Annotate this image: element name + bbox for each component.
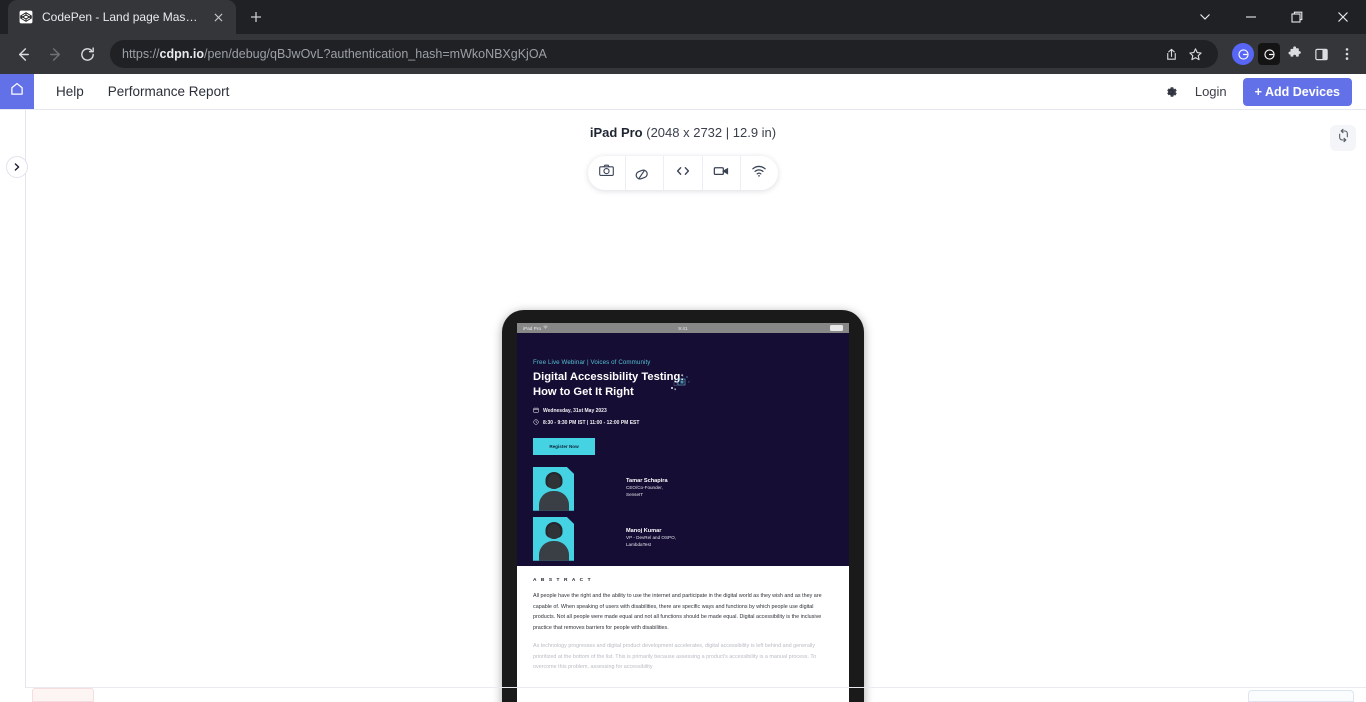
- speakers-list: Tamar Schapira CEO/Co-Founder, SenseIT M…: [533, 466, 833, 561]
- device-screen[interactable]: iPad Pro 9:41 Free Live Webinar | Voices…: [517, 323, 849, 702]
- new-tab-button[interactable]: [242, 3, 270, 31]
- codepen-icon: [18, 9, 34, 25]
- video-camera-icon: [712, 162, 730, 185]
- speaker-role: CEO/Co-Founder, SenseIT: [626, 485, 663, 498]
- abstract-paragraph-1: All people have the right and the abilit…: [533, 593, 822, 631]
- address-bar[interactable]: https://cdpn.io/pen/debug/qBJwOvL?authen…: [110, 40, 1218, 68]
- camera-icon: [598, 162, 615, 184]
- issue-tracker-button[interactable]: [626, 156, 665, 190]
- nav-help[interactable]: Help: [56, 84, 84, 99]
- browser-tab[interactable]: CodePen - Land page Masking: [8, 0, 236, 34]
- puzzle-piece-icon[interactable]: [1284, 43, 1306, 65]
- webinar-abstract: A B S T R A C T All people have the righ…: [517, 566, 849, 673]
- left-rail: [0, 110, 28, 688]
- add-devices-button[interactable]: + Add Devices: [1242, 77, 1352, 106]
- dark-reader-icon[interactable]: [1258, 43, 1280, 65]
- webinar-meta: Wednesday, 31st May 2023 8:30 - 9:30 PM …: [533, 407, 833, 427]
- app-header-actions: Login + Add Devices: [1163, 74, 1366, 109]
- abstract-paragraph-2: As technology progresses and digital pro…: [533, 643, 817, 671]
- speaker-info: Tamar Schapira CEO/Co-Founder, SenseIT: [626, 478, 668, 499]
- grammarly-icon[interactable]: [1232, 43, 1254, 65]
- webinar-date-row: Wednesday, 31st May 2023: [533, 407, 833, 415]
- screenshot-button[interactable]: [588, 156, 627, 190]
- tab-title: CodePen - Land page Masking: [42, 10, 202, 24]
- maximize-button[interactable]: [1274, 0, 1320, 34]
- speaker-name: Manoj Kumar: [626, 528, 662, 535]
- webinar-time: 8:30 - 9:30 PM IST | 11:00 - 12:00 PM ES…: [543, 419, 640, 426]
- clock-icon: [533, 419, 539, 427]
- omnibox-actions: [1160, 43, 1206, 65]
- code-brackets-icon: [674, 162, 692, 185]
- gear-icon[interactable]: [1163, 84, 1179, 100]
- device-spec: (2048 x 2732 | 12.9 in): [646, 125, 777, 140]
- tab-strip: CodePen - Land page Masking: [0, 0, 1366, 34]
- extension-icons: [1226, 43, 1358, 65]
- reload-icon[interactable]: [72, 39, 102, 69]
- rotate-screen-icon: [1336, 128, 1351, 148]
- rail-expand-button[interactable]: [6, 156, 28, 178]
- ipad-device-frame: iPad Pro 9:41 Free Live Webinar | Voices…: [502, 310, 864, 702]
- home-button[interactable]: [0, 74, 34, 109]
- close-icon[interactable]: [210, 9, 226, 25]
- device-name: iPad Pro: [589, 125, 643, 140]
- rotate-screen-button[interactable]: [1330, 125, 1356, 151]
- back-arrow-icon[interactable]: [8, 39, 38, 69]
- speaker-avatar-tamar-schapira: [533, 466, 574, 511]
- star-icon[interactable]: [1184, 43, 1206, 65]
- speaker-role: VP - DevRel and OSPO, LambdaTest: [626, 535, 676, 548]
- webinar-eyebrow: Free Live Webinar | Voices of Community: [533, 359, 651, 366]
- nav-performance-report[interactable]: Performance Report: [108, 84, 230, 99]
- browser-toolbar: https://cdpn.io/pen/debug/qBJwOvL?authen…: [0, 34, 1366, 74]
- webinar-date: Wednesday, 31st May 2023: [543, 407, 607, 414]
- webinar-hero: Free Live Webinar | Voices of Community …: [517, 333, 849, 566]
- wifi-icon: [750, 162, 768, 185]
- window-controls: [1182, 0, 1366, 34]
- calendar-icon: [533, 407, 539, 415]
- status-bar-time: 9:41: [678, 325, 688, 331]
- speaker-avatar-manoj-kumar: [533, 516, 574, 561]
- home-icon: [9, 81, 25, 102]
- device-title: iPad Pro (2048 x 2732 | 12.9 in): [0, 110, 1366, 140]
- forward-arrow-icon[interactable]: [40, 39, 70, 69]
- close-window-button[interactable]: [1320, 0, 1366, 34]
- tab-search-button[interactable]: [1182, 0, 1228, 34]
- footer-divider: [26, 687, 1366, 688]
- login-link[interactable]: Login: [1195, 84, 1227, 99]
- ios-status-bar: iPad Pro 9:41: [517, 323, 849, 333]
- no-entry-icon: [635, 162, 653, 184]
- minimize-button[interactable]: [1228, 0, 1274, 34]
- bottom-right-panel-handle[interactable]: [1248, 690, 1354, 702]
- speaker-name: Tamar Schapira: [626, 478, 668, 485]
- device-preview-stage: iPad Pro (2048 x 2732 | 12.9 in) iPad Pr…: [0, 110, 1366, 702]
- webinar-time-row: 8:30 - 9:30 PM IST | 11:00 - 12:00 PM ES…: [533, 419, 833, 427]
- record-video-button[interactable]: [703, 156, 741, 190]
- devtools-button[interactable]: [664, 156, 703, 190]
- device-action-toolbar: [588, 156, 778, 190]
- app-header: Help Performance Report Login + Add Devi…: [0, 74, 1366, 110]
- side-panel-icon[interactable]: [1310, 43, 1332, 65]
- register-now-button[interactable]: Register Now: [533, 437, 595, 455]
- url-text: https://cdpn.io/pen/debug/qBJwOvL?authen…: [122, 47, 547, 61]
- speaker-item: Tamar Schapira CEO/Co-Founder, SenseIT: [533, 466, 833, 511]
- share-icon[interactable]: [1160, 43, 1182, 65]
- speaker-item: Manoj Kumar VP - DevRel and OSPO, Lambda…: [533, 516, 833, 561]
- abstract-label: A B S T R A C T: [533, 578, 593, 583]
- bottom-left-panel-handle[interactable]: [32, 688, 94, 702]
- app-nav: Help Performance Report: [34, 74, 229, 109]
- decorative-pattern-icon: [670, 375, 692, 393]
- browser-window: CodePen - Land page Masking https://cdpn…: [0, 0, 1366, 702]
- three-dots-icon[interactable]: [1336, 43, 1358, 65]
- network-throttle-button[interactable]: [741, 156, 778, 190]
- speaker-info: Manoj Kumar VP - DevRel and OSPO, Lambda…: [626, 528, 676, 549]
